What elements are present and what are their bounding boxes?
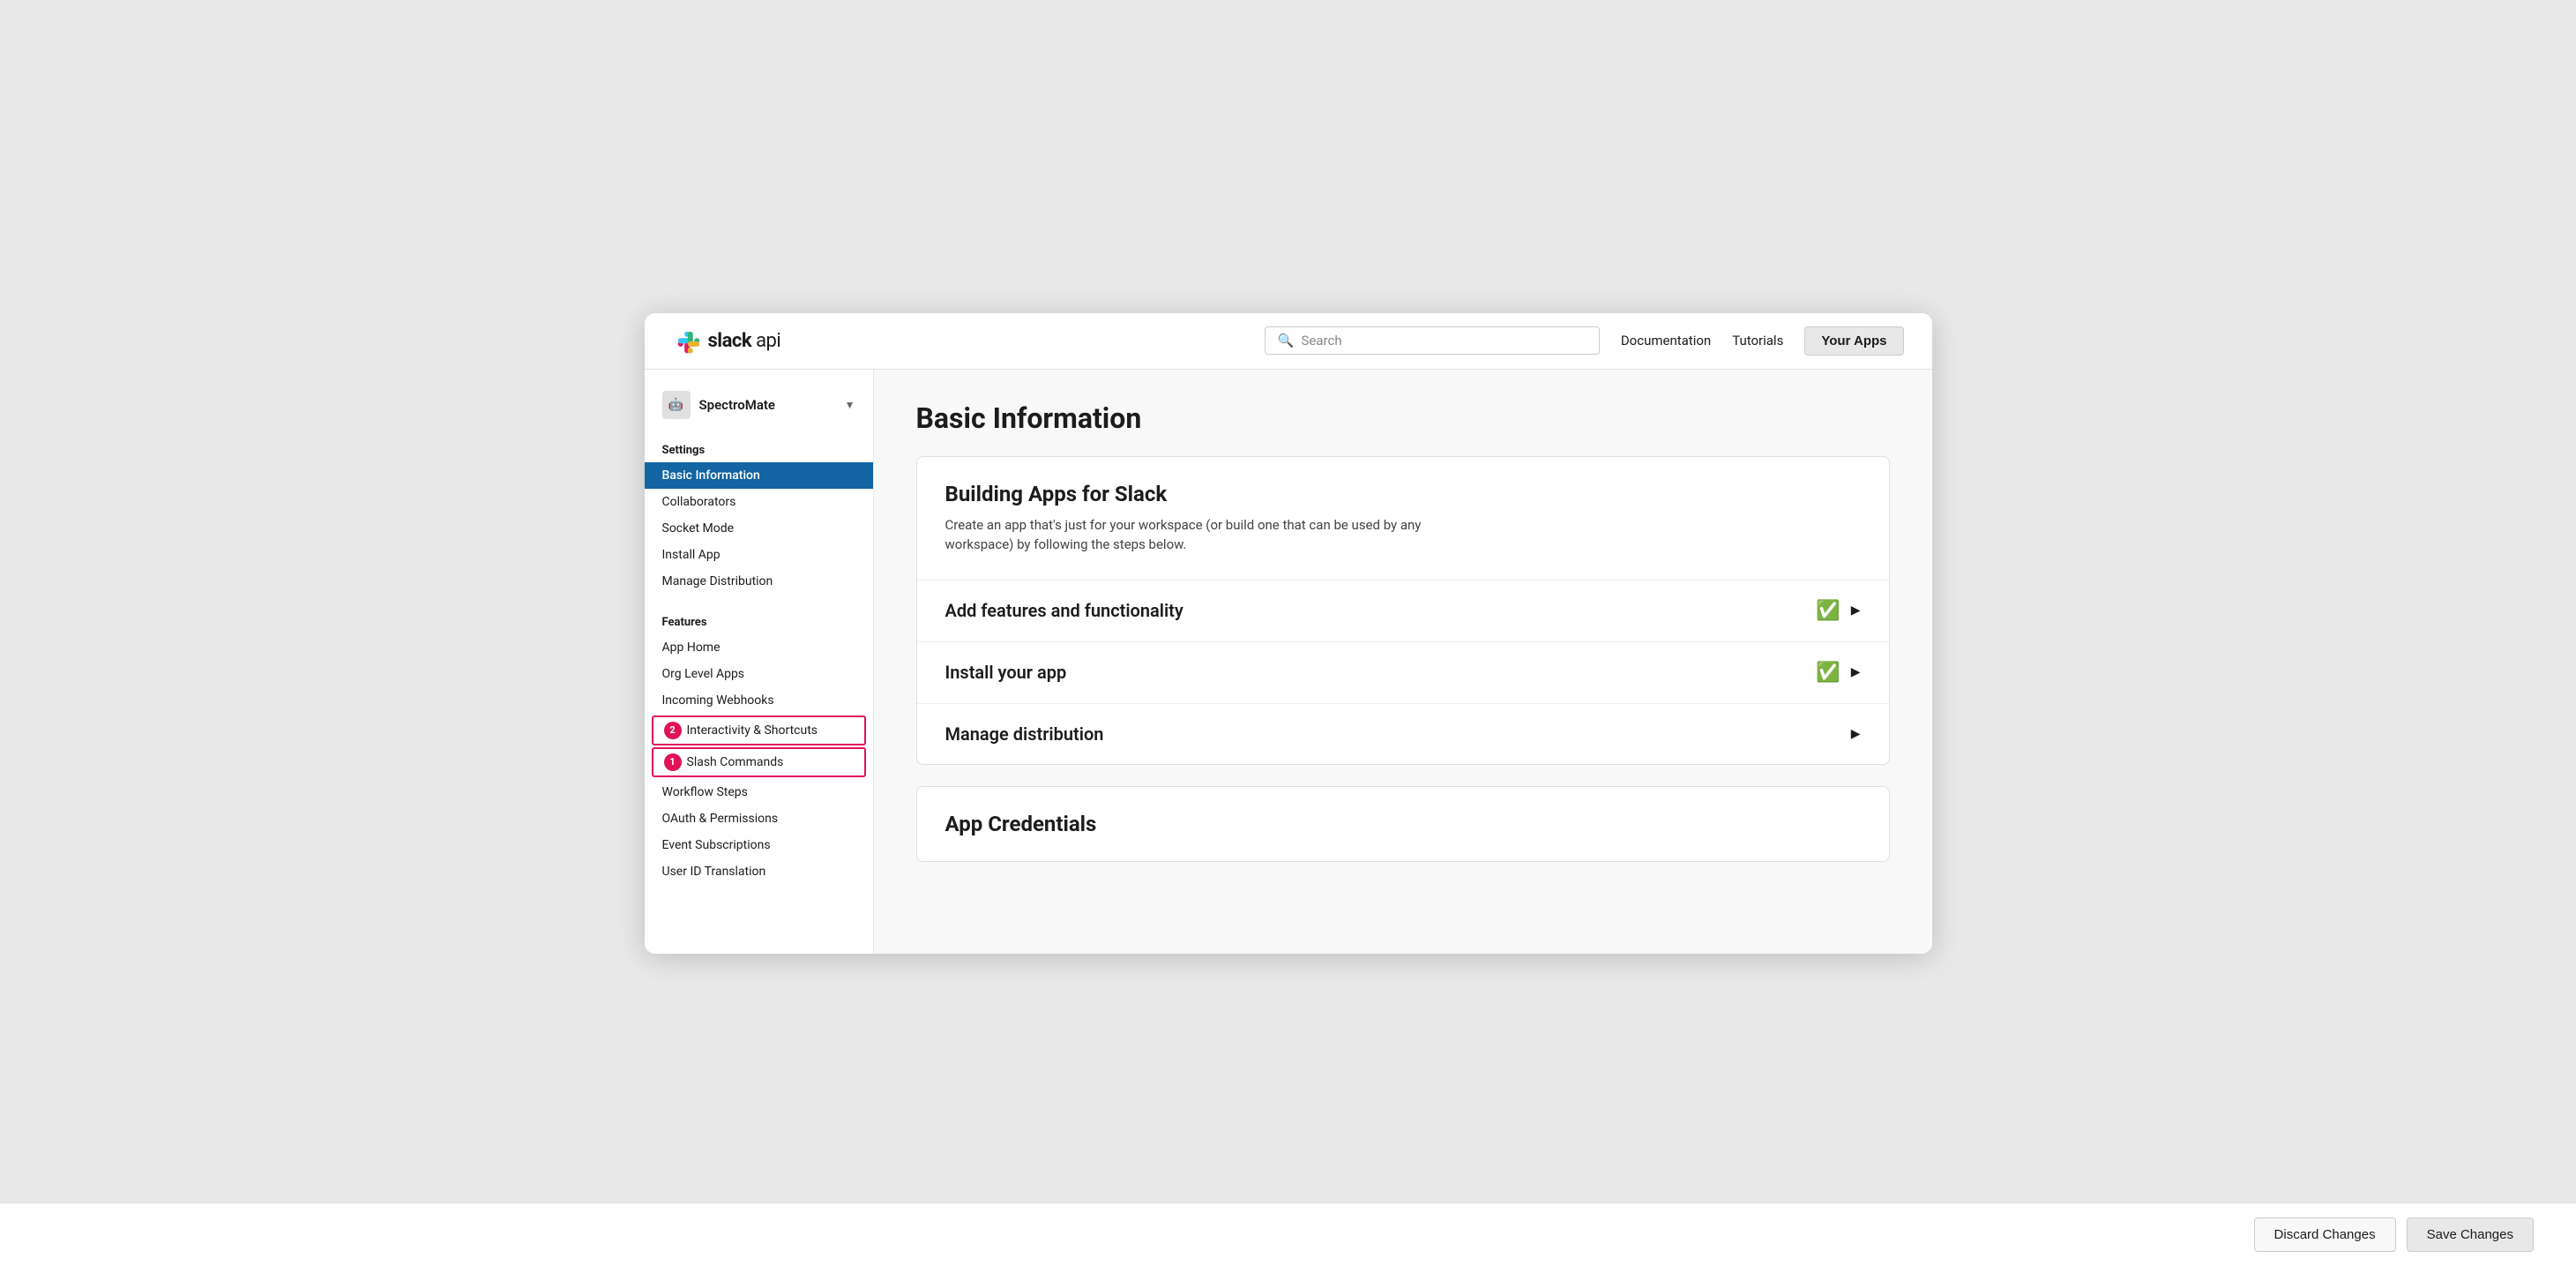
avatar: 🤖 xyxy=(662,391,691,419)
app-name-label: SpectroMate xyxy=(699,397,836,413)
sidebar-item-oauth-permissions[interactable]: OAuth & Permissions xyxy=(645,805,873,832)
building-apps-card: Building Apps for Slack Create an app th… xyxy=(916,456,1890,765)
slash-commands-badge: 1 xyxy=(664,753,682,771)
search-box[interactable]: 🔍 Search xyxy=(1265,326,1600,355)
page-area: Basic Information Building Apps for Slac… xyxy=(874,370,1932,954)
logo-text: slack api xyxy=(708,330,781,352)
sidebar-item-event-subscriptions[interactable]: Event Subscriptions xyxy=(645,832,873,858)
sidebar-item-interactivity-shortcuts[interactable]: 2 Interactivity & Shortcuts xyxy=(652,715,866,745)
install-app-right: ✅ ▶ xyxy=(1816,662,1860,684)
sidebar-item-manage-distribution[interactable]: Manage Distribution xyxy=(645,568,873,595)
logo-area: slack api xyxy=(673,326,781,355)
search-placeholder-text: Search xyxy=(1302,333,1342,348)
sidebar-item-install-app[interactable]: Install App xyxy=(645,542,873,568)
add-features-row[interactable]: Add features and functionality ✅ ▶ xyxy=(917,581,1889,642)
sidebar-item-app-home[interactable]: App Home xyxy=(645,634,873,661)
sidebar-item-collaborators[interactable]: Collaborators xyxy=(645,489,873,515)
documentation-link[interactable]: Documentation xyxy=(1621,333,1711,348)
install-app-row[interactable]: Install your app ✅ ▶ xyxy=(917,642,1889,704)
add-features-right: ✅ ▶ xyxy=(1816,600,1860,622)
manage-distribution-chevron-icon: ▶ xyxy=(1851,727,1861,741)
install-app-label: Install your app xyxy=(945,662,1067,683)
search-icon: 🔍 xyxy=(1278,333,1295,348)
building-apps-title: Building Apps for Slack xyxy=(945,482,1861,506)
app-credentials-card: App Credentials xyxy=(916,786,1890,862)
add-features-label: Add features and functionality xyxy=(945,600,1183,621)
chevron-down-icon: ▼ xyxy=(845,399,855,411)
settings-section-label: Settings xyxy=(645,437,873,462)
tutorials-link[interactable]: Tutorials xyxy=(1732,333,1783,348)
sidebar-item-incoming-webhooks[interactable]: Incoming Webhooks xyxy=(645,687,873,714)
building-apps-desc: Create an app that's just for your works… xyxy=(945,515,1475,555)
slack-logo-icon xyxy=(673,326,701,355)
page-title: Basic Information xyxy=(916,401,1890,435)
app-selector[interactable]: 🤖 SpectroMate ▼ xyxy=(645,391,873,437)
add-features-check-icon: ✅ xyxy=(1816,600,1840,622)
sidebar-item-workflow-steps[interactable]: Workflow Steps xyxy=(645,779,873,805)
header-nav: Documentation Tutorials Your Apps xyxy=(1621,326,1904,356)
manage-distribution-label: Manage distribution xyxy=(945,723,1104,745)
install-app-chevron-icon: ▶ xyxy=(1851,665,1861,679)
sidebar-item-interactivity-label: Interactivity & Shortcuts xyxy=(687,723,818,738)
your-apps-button[interactable]: Your Apps xyxy=(1804,326,1903,356)
manage-distribution-right: ▶ xyxy=(1851,727,1861,741)
sidebar: 🤖 SpectroMate ▼ Settings Basic Informati… xyxy=(645,370,874,954)
sidebar-item-socket-mode[interactable]: Socket Mode xyxy=(645,515,873,542)
main-content: 🤖 SpectroMate ▼ Settings Basic Informati… xyxy=(645,370,1932,954)
interactivity-badge: 2 xyxy=(664,722,682,739)
sidebar-item-org-level-apps[interactable]: Org Level Apps xyxy=(645,661,873,687)
building-apps-header: Building Apps for Slack Create an app th… xyxy=(917,457,1889,581)
app-window: slack api 🔍 Search Documentation Tutoria… xyxy=(645,313,1932,954)
sidebar-item-user-id-translation[interactable]: User ID Translation xyxy=(645,858,873,885)
sidebar-item-basic-information[interactable]: Basic Information xyxy=(645,462,873,489)
sidebar-item-slash-commands[interactable]: 1 Slash Commands xyxy=(652,747,866,777)
install-app-check-icon: ✅ xyxy=(1816,662,1840,684)
add-features-chevron-icon: ▶ xyxy=(1851,603,1861,618)
features-section-label: Features xyxy=(645,609,873,634)
app-credentials-title: App Credentials xyxy=(917,787,1889,861)
sidebar-item-slash-commands-label: Slash Commands xyxy=(687,755,784,769)
manage-distribution-row[interactable]: Manage distribution ▶ xyxy=(917,704,1889,764)
header: slack api 🔍 Search Documentation Tutoria… xyxy=(645,313,1932,370)
